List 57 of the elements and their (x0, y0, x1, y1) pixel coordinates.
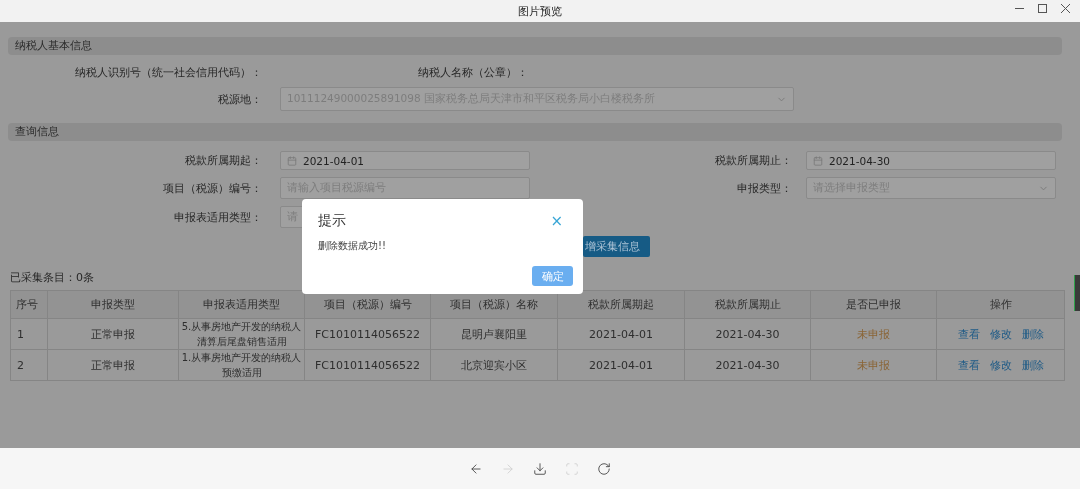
table-cell: 北京迎宾小区 (430, 349, 558, 381)
record-count: 已采集条目：0条 (10, 271, 94, 284)
table-cell: 5.从事房地产开发的纳税人清算后尾盘销售适用 (178, 318, 305, 350)
dialog-title: 提示 (318, 212, 346, 230)
action-link[interactable]: 删除 (1021, 327, 1044, 341)
status-text: 未申报 (857, 327, 890, 341)
date-field[interactable]: 2021-04-30 (806, 151, 1056, 170)
action-link[interactable]: 查看 (957, 327, 980, 341)
table-cell: 2021-04-30 (684, 318, 811, 350)
form-label: 纳税人识别号（统一社会信用代码）： (75, 65, 262, 80)
status-text: 未申报 (857, 358, 890, 372)
confirm-button[interactable]: 确定 (532, 266, 573, 286)
table-cell: 昆明卢襄阳里 (430, 318, 558, 350)
table-cell: 2021-04-01 (557, 349, 685, 381)
action-link[interactable]: 查看 (957, 358, 980, 372)
table-cell: 2 (10, 349, 48, 381)
section-header: 查询信息 (8, 123, 1062, 141)
column-header: 税款所属期止 (684, 290, 811, 319)
table-cell: 2021-04-30 (684, 349, 811, 381)
rotate-icon (597, 461, 611, 476)
column-header: 是否已申报 (810, 290, 937, 319)
calendar-icon (813, 155, 823, 166)
add-collection-button[interactable]: 增采集信息 (583, 236, 650, 257)
form-label: 税款所属期止： (715, 153, 792, 168)
close-button[interactable]: × (550, 212, 563, 230)
dialog-message: 删除数据成功!! (318, 239, 388, 253)
frame-corners-icon (565, 461, 579, 476)
date-field[interactable]: 2021-04-01 (280, 151, 530, 170)
table-cell: 1 (10, 318, 48, 350)
column-header: 序号 (10, 290, 48, 319)
download-icon (533, 461, 547, 476)
action-link[interactable]: 修改 (989, 358, 1012, 372)
action-link[interactable]: 删除 (1021, 358, 1044, 372)
window-title: 图片预览 (518, 3, 562, 19)
arrow-right-icon (501, 461, 515, 476)
side-tab[interactable] (1074, 275, 1080, 311)
column-header: 申报表适用类型 (178, 290, 305, 319)
table-cell: 1.从事房地产开发的纳税人预缴适用 (178, 349, 305, 381)
action-link[interactable]: 修改 (989, 327, 1012, 341)
close-icon[interactable] (1061, 4, 1070, 13)
column-header: 税款所属期起 (557, 290, 685, 319)
form-label: 项目（税源）编号： (163, 180, 262, 196)
calendar-icon (287, 155, 297, 166)
form-label: 申报表适用类型： (174, 209, 262, 225)
table-cell: FC1010114056522 (304, 349, 431, 381)
maximize-icon[interactable] (1038, 4, 1047, 13)
form-label: 税款所属期起： (185, 153, 262, 168)
table-cell: 正常申报 (47, 349, 179, 381)
form-label: 税源地： (218, 91, 262, 107)
section-header: 纳税人基本信息 (8, 37, 1062, 55)
table-cell: FC1010114056522 (304, 318, 431, 350)
column-header: 申报类型 (47, 290, 179, 319)
form-label: 申报类型： (737, 180, 792, 196)
form-label: 纳税人名称（公章）： (418, 65, 528, 80)
table-cell: 正常申报 (47, 318, 179, 350)
table-cell: 2021-04-01 (557, 318, 685, 350)
column-header: 操作 (936, 290, 1065, 319)
